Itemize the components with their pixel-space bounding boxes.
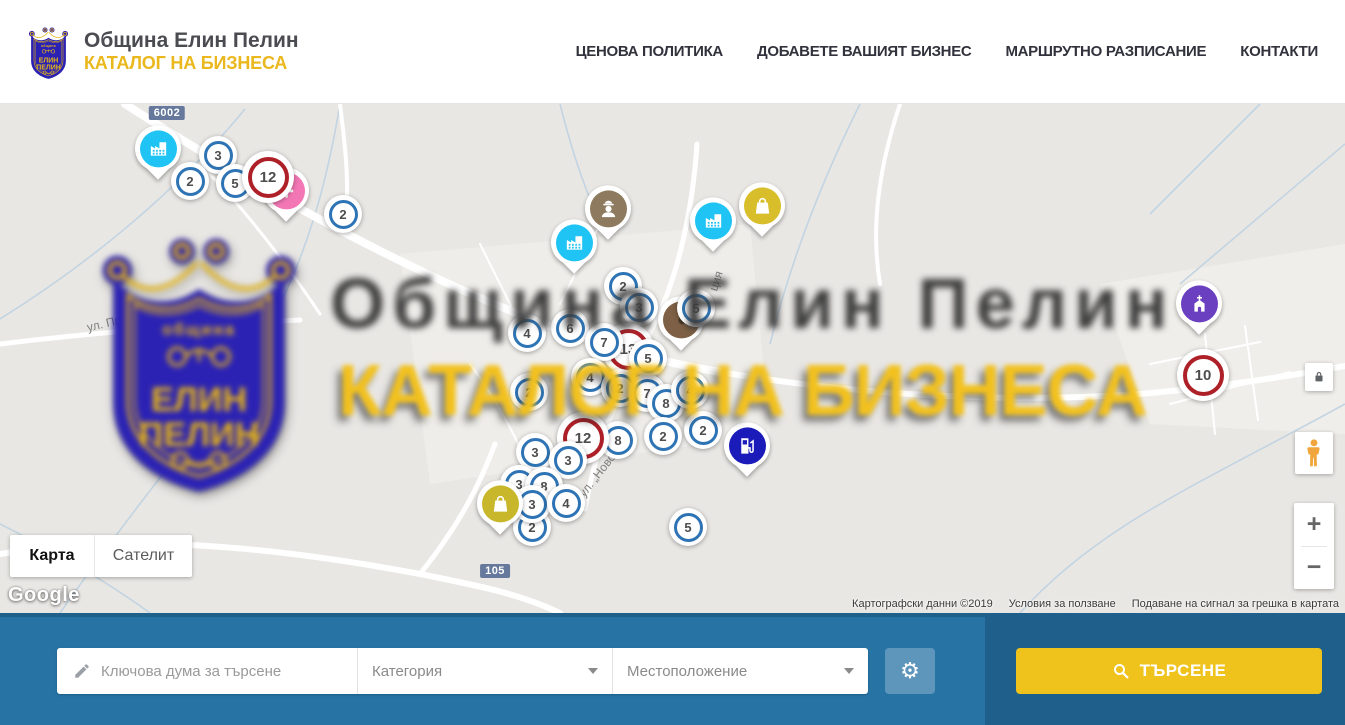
map-pin[interactable] xyxy=(690,197,736,248)
map-cluster[interactable]: 2 xyxy=(510,373,548,411)
map-pin[interactable] xyxy=(477,480,523,531)
brand-subtitle: КАТАЛОГ НА БИЗНЕСА xyxy=(84,53,299,74)
map-cluster[interactable]: 2 xyxy=(324,195,362,233)
map-cluster[interactable]: 4 xyxy=(671,371,709,409)
map-cluster[interactable]: 10 xyxy=(1177,349,1229,401)
cluster-count: 4 xyxy=(513,319,542,348)
map-type-control: Карта Сателит xyxy=(10,535,192,577)
map-cluster[interactable]: 4 xyxy=(547,484,585,522)
factory-icon xyxy=(556,224,593,261)
map-cluster[interactable]: 5 xyxy=(677,289,715,327)
cluster-count: 7 xyxy=(590,328,619,357)
lock-button[interactable] xyxy=(1305,363,1333,391)
site-header: Община Елин Пелин КАТАЛОГ НА БИЗНЕСА ЦЕН… xyxy=(0,0,1345,104)
gear-icon: ⚙ xyxy=(900,658,920,684)
cluster-count: 4 xyxy=(676,376,705,405)
cluster-count: 6 xyxy=(556,314,585,343)
map-cluster[interactable]: 6 xyxy=(551,309,589,347)
map-pin[interactable] xyxy=(551,219,597,270)
map-pin[interactable] xyxy=(724,422,770,473)
map-cluster[interactable]: 5 xyxy=(669,508,707,546)
keyword-field[interactable] xyxy=(57,648,357,694)
brand[interactable]: Община Елин Пелин КАТАЛОГ НА БИЗНЕСА xyxy=(25,23,299,81)
factory-icon xyxy=(695,202,732,239)
map-cluster[interactable]: 7 xyxy=(585,323,623,361)
pegman-icon xyxy=(1301,438,1327,468)
nav-route-schedule[interactable]: МАРШРУТНО РАЗПИСАНИЕ xyxy=(1005,43,1206,60)
pencil-icon xyxy=(73,662,91,680)
cluster-count: 5 xyxy=(634,344,663,373)
search-button-label: ТЪРСЕНЕ xyxy=(1140,661,1227,681)
advanced-settings-button[interactable]: ⚙ xyxy=(885,648,935,694)
search-button[interactable]: ТЪРСЕНЕ xyxy=(1016,648,1322,694)
map-attribution: Картографски данни ©2019 Условия за полз… xyxy=(852,598,1339,610)
map-cluster[interactable]: 2 xyxy=(684,411,722,449)
cluster-count: 2 xyxy=(689,416,718,445)
cluster-count: 5 xyxy=(674,513,703,542)
nav-contacts[interactable]: КОНТАКТИ xyxy=(1240,43,1318,60)
google-logo[interactable]: Google xyxy=(8,584,80,607)
location-value: Местоположение xyxy=(627,663,747,680)
keyword-input[interactable] xyxy=(101,663,345,680)
cluster-count: 2 xyxy=(649,422,678,451)
zoom-out-button[interactable]: − xyxy=(1294,546,1334,589)
google-map[interactable]: 6002105 ул. Преславбул. „Новоселция 3251… xyxy=(0,104,1345,613)
map-cluster[interactable]: 5 xyxy=(629,339,667,377)
chevron-down-icon xyxy=(844,668,854,674)
zoom-in-button[interactable]: + xyxy=(1294,503,1334,546)
cluster-count: 3 xyxy=(625,293,654,322)
pegman-control[interactable] xyxy=(1295,432,1333,474)
nav-pricing-policy[interactable]: ЦЕНОВА ПОЛИТИКА xyxy=(576,43,723,60)
map-type-satellite-button[interactable]: Сателит xyxy=(94,535,192,577)
shopping-bag-icon xyxy=(482,485,519,522)
chevron-down-icon xyxy=(588,668,598,674)
factory-icon xyxy=(140,130,177,167)
map-cluster[interactable]: 3 xyxy=(620,288,658,326)
lock-icon xyxy=(1311,369,1327,385)
municipality-seal-logo xyxy=(25,23,72,81)
attribution-report-link[interactable]: Подаване на сигнал за грешка в картата xyxy=(1132,598,1339,610)
map-cluster[interactable]: 2 xyxy=(644,417,682,455)
cluster-count: 4 xyxy=(552,489,581,518)
cluster-count: 3 xyxy=(554,446,583,475)
map-pin[interactable] xyxy=(739,182,785,233)
cluster-count: 2 xyxy=(515,378,544,407)
cluster-count: 5 xyxy=(682,294,711,323)
cluster-count: 2 xyxy=(329,200,358,229)
attribution-copyright: Картографски данни ©2019 xyxy=(852,598,993,610)
attribution-terms-link[interactable]: Условия за ползване xyxy=(1009,598,1116,610)
search-icon xyxy=(1112,662,1130,680)
location-select[interactable]: Местоположение xyxy=(612,648,868,694)
map-cluster[interactable]: 12 xyxy=(242,151,294,203)
zoom-control: + − xyxy=(1294,503,1334,589)
cluster-count: 12 xyxy=(248,157,289,198)
search-bar: Категория Местоположение ⚙ ТЪРСЕНЕ xyxy=(0,613,1345,725)
cluster-count: 3 xyxy=(521,438,550,467)
category-value: Категория xyxy=(372,663,442,680)
map-pin[interactable] xyxy=(1176,280,1222,331)
map-cluster[interactable]: 4 xyxy=(508,314,546,352)
brand-title: Община Елин Пелин xyxy=(84,29,299,53)
map-markers-layer: 325122235461375422784228123338234510 xyxy=(0,104,1345,613)
search-fields-group: Категория Местоположение xyxy=(57,648,868,694)
shopping-bag-icon xyxy=(744,187,781,224)
map-pin[interactable] xyxy=(135,125,181,176)
map-type-map-button[interactable]: Карта xyxy=(10,535,94,577)
cluster-count: 10 xyxy=(1183,355,1224,396)
church-icon xyxy=(1181,285,1218,322)
main-nav: ЦЕНОВА ПОЛИТИКА ДОБАВЕТЕ ВАШИЯТ БИЗНЕС М… xyxy=(576,43,1318,60)
fuel-icon xyxy=(729,427,766,464)
nav-add-your-business[interactable]: ДОБАВЕТЕ ВАШИЯТ БИЗНЕС xyxy=(757,43,971,60)
category-select[interactable]: Категория xyxy=(357,648,612,694)
